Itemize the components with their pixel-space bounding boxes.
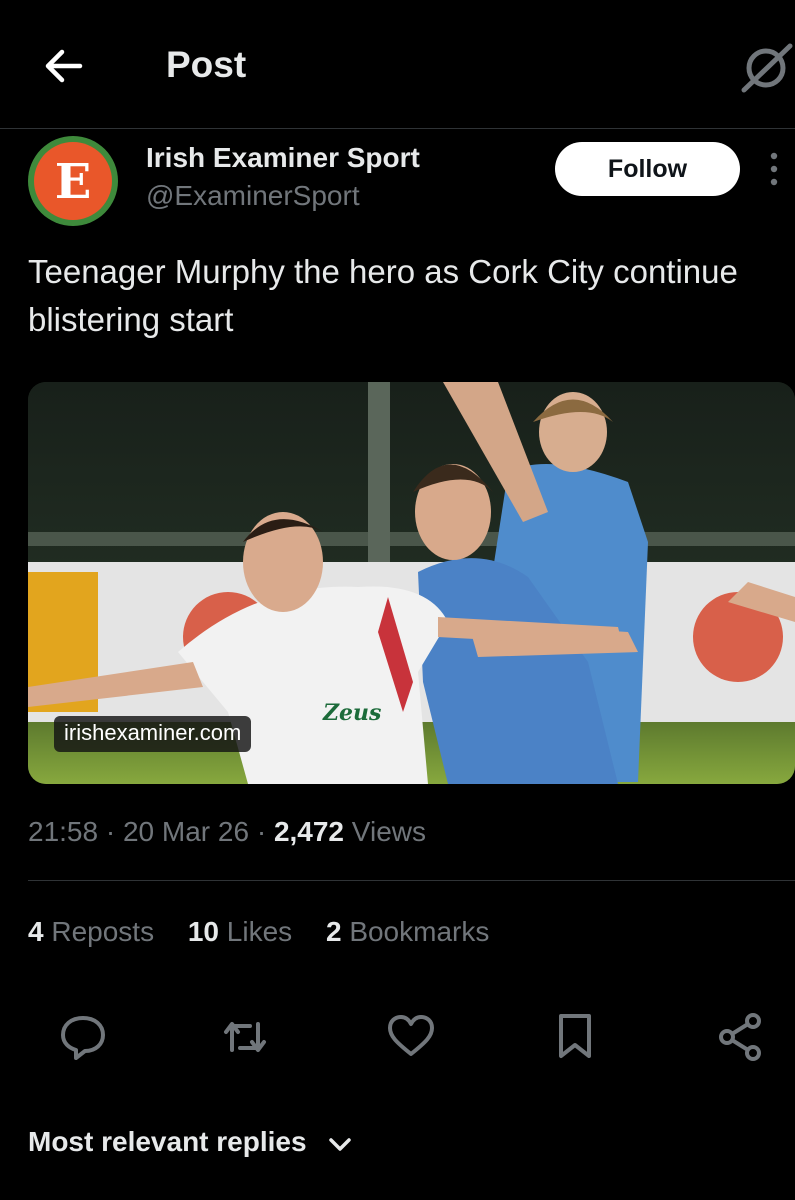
repost-icon[interactable] — [220, 1010, 270, 1064]
irish-examiner-logo-icon: E — [55, 154, 92, 210]
author-handle[interactable]: @ExaminerSport — [146, 180, 360, 212]
replies-sort-dropdown[interactable]: Most relevant replies — [28, 1126, 354, 1158]
avatar[interactable]: E — [28, 136, 118, 226]
avatar-logo: E — [34, 142, 112, 220]
like-icon[interactable] — [386, 1010, 436, 1064]
reposts-count: 4 — [28, 916, 44, 947]
share-icon[interactable] — [716, 1010, 766, 1064]
top-bar: Post — [0, 0, 795, 129]
reposts-stat[interactable]: 4 Reposts — [28, 916, 154, 947]
bookmarks-label: Bookmarks — [349, 916, 490, 947]
post-text: Teenager Murphy the hero as Cork City co… — [28, 253, 738, 338]
post-date: 20 Mar 26 — [122, 816, 250, 847]
replies-sort-label: Most relevant replies — [28, 1126, 307, 1157]
action-bar — [0, 1010, 795, 1070]
post-time: 21:58 — [28, 816, 99, 847]
likes-label: Likes — [226, 916, 293, 947]
post-author: E Irish Examiner Sport @ExaminerSport Fo… — [28, 136, 795, 226]
post-image[interactable]: Zeus irishexaminer.com — [28, 382, 795, 784]
likes-stat[interactable]: 10 Likes — [188, 916, 292, 947]
views-count: 2,472 — [273, 816, 345, 847]
engagement-stats: 4 Reposts 10 Likes 2 Bookmarks — [28, 916, 515, 948]
more-options-icon[interactable] — [766, 150, 782, 190]
views-label: Views — [351, 816, 426, 847]
svg-text:E: E — [55, 154, 92, 210]
chevron-down-icon — [329, 1137, 352, 1151]
reply-icon[interactable] — [58, 1010, 108, 1064]
page-title: Post — [166, 44, 247, 85]
divider — [28, 880, 795, 881]
reposts-label: Reposts — [51, 916, 155, 947]
meta-separator: · — [256, 816, 267, 847]
bookmark-icon[interactable] — [550, 1010, 600, 1064]
arrow-left-icon[interactable] — [40, 42, 88, 90]
author-name[interactable]: Irish Examiner Sport — [146, 142, 420, 174]
likes-count: 10 — [187, 916, 220, 947]
post-meta: 21:58 · 20 Mar 26 · 2,472 Views — [28, 816, 426, 848]
meta-separator: · — [105, 816, 116, 847]
bookmarks-stat[interactable]: 2 Bookmarks — [326, 916, 489, 947]
bookmarks-count: 2 — [325, 916, 342, 947]
svg-text:Zeus: Zeus — [322, 700, 381, 726]
follow-button[interactable]: Follow — [555, 142, 740, 196]
link-domain-badge[interactable]: irishexaminer.com — [54, 716, 252, 752]
grok-icon[interactable] — [738, 40, 794, 96]
